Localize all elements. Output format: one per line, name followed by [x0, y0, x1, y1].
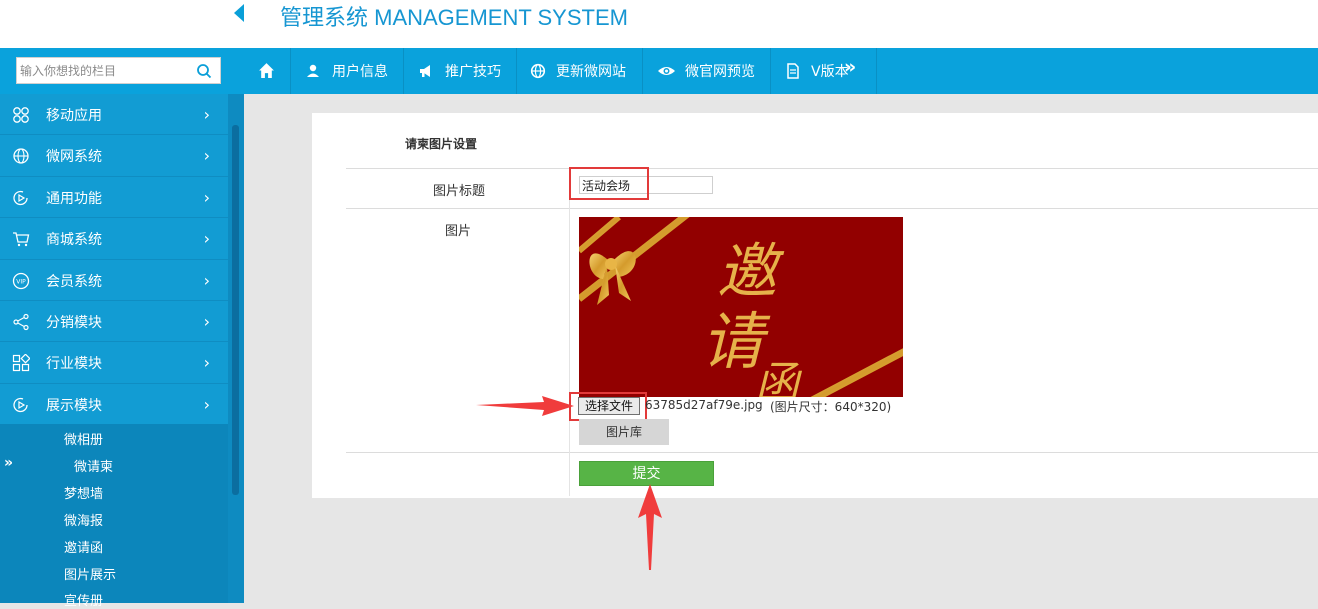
nav-label: 更新微网站	[556, 64, 626, 80]
submenu-item-album[interactable]: 微相册	[64, 429, 103, 448]
image-title-label: 图片标题	[433, 184, 486, 199]
sidebar-search-box	[16, 57, 221, 84]
submenu-item-brochure[interactable]: 宣传册	[64, 590, 103, 609]
sidebar-toggle-notch[interactable]	[234, 4, 244, 22]
invitation-text-3: 函	[755, 358, 799, 397]
sidebar-item-label: 分销模块	[46, 314, 102, 331]
sidebar-scroll-thumb[interactable]	[232, 125, 239, 495]
sidebar-item-shop[interactable]: 商城系统 ›	[0, 218, 228, 260]
sidebar-item-distribution[interactable]: 分销模块 ›	[0, 300, 228, 343]
nav-promotion-tips[interactable]: 推广技巧	[404, 48, 517, 94]
sidebar-item-industry[interactable]: 行业模块 ›	[0, 342, 228, 384]
play-circle-icon	[13, 397, 28, 412]
cart-icon	[13, 232, 30, 247]
image-size-hint: (图片尺寸：640*320)	[770, 400, 892, 414]
sidebar-item-common[interactable]: 通用功能 ›	[0, 176, 228, 219]
chevron-right-icon: ›	[203, 270, 210, 290]
submenu-item-dream-wall[interactable]: 梦想墙	[64, 483, 103, 502]
form-section-title: 请柬图片设置	[405, 137, 478, 151]
nav-update-microsite[interactable]: 更新微网站	[517, 48, 643, 94]
megaphone-icon	[420, 65, 430, 77]
chevron-right-icon: ›	[203, 229, 210, 249]
nav-user-info[interactable]: 用户信息	[291, 48, 404, 94]
globe-icon	[13, 148, 29, 165]
nav-label: V版本	[811, 64, 849, 80]
search-icon[interactable]	[196, 63, 212, 79]
submenu-item-invitation-active[interactable]: 微请柬	[74, 456, 113, 475]
apps-icon	[13, 107, 29, 123]
submenu-item-image-display[interactable]: 图片展示	[64, 564, 116, 583]
nav-label: 用户信息	[332, 64, 388, 80]
play-circle-icon	[13, 190, 28, 205]
nav-site-preview[interactable]: 微官网预览	[643, 48, 771, 94]
top-navbar: 用户信息 推广技巧 更新微网站 微官网预览 V版本 »	[244, 48, 1318, 94]
invitation-image-preview: 邀 请 函	[579, 217, 903, 397]
annotation-box	[569, 392, 647, 421]
app-title: 管理系统 MANAGEMENT SYSTEM	[280, 5, 628, 30]
sidebar-item-label: 展示模块	[46, 397, 102, 414]
globe-icon	[530, 63, 546, 79]
nav-label: 推广技巧	[445, 64, 501, 80]
sidebar-search-input[interactable]	[20, 61, 190, 80]
share-icon	[13, 313, 29, 331]
annotation-box	[569, 167, 649, 200]
sidebar-item-label: 通用功能	[46, 190, 102, 207]
grid-icon	[12, 354, 30, 372]
header: 管理系统 MANAGEMENT SYSTEM	[244, 0, 1318, 48]
sidebar-item-mobile-apps[interactable]: 移动应用 ›	[0, 94, 228, 136]
nav-label: 微官网预览	[685, 64, 755, 80]
nav-version[interactable]: V版本 »	[771, 48, 877, 94]
invitation-text-2: 请	[701, 305, 764, 378]
chevron-right-icon: ›	[203, 105, 210, 124]
column-divider	[569, 169, 570, 496]
sidebar-item-label: 行业模块	[46, 356, 102, 373]
submit-button[interactable]: 提交	[579, 461, 714, 486]
divider	[346, 208, 1318, 209]
sidebar-item-label: 商城系统	[46, 232, 102, 249]
chevron-right-icon: ›	[203, 394, 210, 414]
image-label: 图片	[445, 224, 472, 239]
divider	[346, 452, 1318, 453]
document-icon	[787, 63, 799, 79]
selected-file-name: 63785d27af79e.jpg	[645, 398, 763, 412]
sidebar-item-label: 移动应用	[46, 108, 102, 124]
user-icon	[307, 64, 319, 77]
sidebar-item-label: 会员系统	[46, 273, 102, 290]
active-marker-icon: »	[4, 455, 14, 471]
submenu-item-invitation-letter[interactable]: 邀请函	[64, 537, 103, 556]
nav-home[interactable]	[244, 48, 291, 94]
svg-text:VIP: VIP	[16, 278, 26, 285]
sidebar-item-microsite[interactable]: 微网系统 ›	[0, 135, 228, 177]
image-gallery-button[interactable]: 图片库	[579, 419, 669, 445]
chevron-right-icon: ›	[203, 187, 210, 207]
annotation-arrow-up-icon	[638, 484, 662, 570]
annotation-arrow-right-icon	[476, 396, 574, 416]
sidebar-item-display[interactable]: 展示模块 ›	[0, 383, 228, 426]
home-icon	[259, 63, 274, 78]
sidebar-item-label: 微网系统	[46, 149, 102, 166]
chevron-right-icon: ›	[203, 311, 210, 331]
submenu-item-poster[interactable]: 微海报	[64, 510, 103, 529]
sidebar-item-member[interactable]: VIP 会员系统 ›	[0, 259, 228, 301]
chevron-right-icon: ›	[203, 146, 210, 166]
vip-icon: VIP	[12, 272, 30, 289]
chevron-right-icon: ›	[203, 353, 210, 373]
double-chevron-right-icon[interactable]: »	[844, 56, 856, 78]
sidebar-menu: 移动应用 › 微网系统 › 通用功能 › 商城系统 › VIP 会员系统 › 分…	[0, 94, 228, 426]
eye-icon	[658, 67, 675, 75]
divider	[346, 168, 1318, 169]
sidebar-logo-area	[0, 0, 244, 48]
